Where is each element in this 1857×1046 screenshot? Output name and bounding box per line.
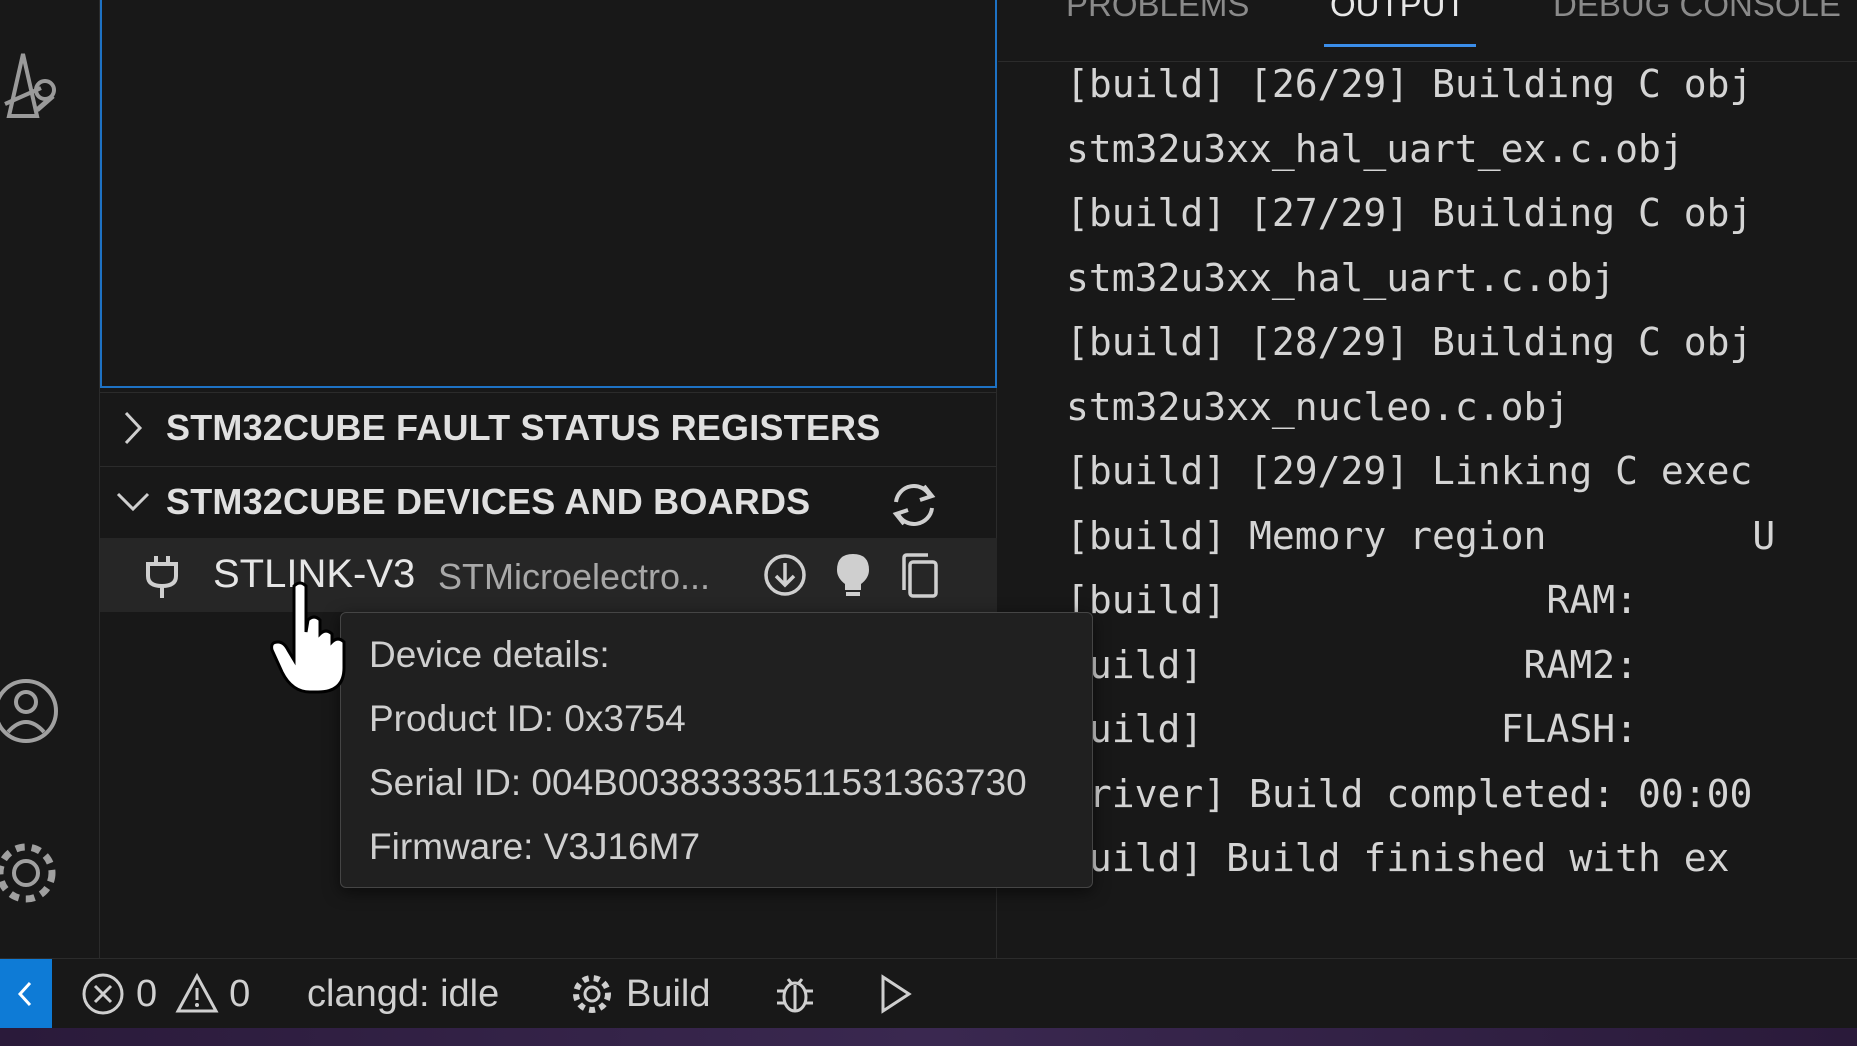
tooltip-title: Device details: bbox=[369, 634, 610, 675]
run-button[interactable] bbox=[878, 959, 914, 1029]
bug-icon bbox=[777, 978, 813, 1013]
account-icon[interactable] bbox=[0, 668, 62, 754]
error-icon bbox=[82, 973, 124, 1015]
warning-count: 0 bbox=[229, 972, 251, 1015]
chevron-left-icon bbox=[17, 981, 32, 1007]
warning-icon bbox=[175, 973, 219, 1013]
active-tab-indicator bbox=[1324, 44, 1476, 47]
section-title: STM32CUBE FAULT STATUS REGISTERS bbox=[166, 406, 881, 448]
chevron-right-icon bbox=[100, 410, 166, 446]
output-line: [build] [27/29] Building C obj bbox=[1066, 191, 1753, 235]
debug-button[interactable] bbox=[772, 959, 818, 1029]
output-line: [build] [28/29] Building C obj bbox=[1066, 320, 1753, 364]
device-description: STMicroelectro... bbox=[438, 556, 711, 597]
problems-status[interactable]: 0 0 bbox=[80, 959, 250, 1029]
tooltip-firmware: Firmware: V3J16M7 bbox=[369, 826, 701, 867]
cube-tools-icon[interactable] bbox=[0, 44, 62, 128]
tooltip-product-id: Product ID: 0x3754 bbox=[369, 698, 686, 739]
status-bar: 0 0 clangd: idle Build bbox=[0, 958, 1857, 1029]
gear-icon[interactable] bbox=[0, 830, 62, 916]
play-icon bbox=[881, 974, 912, 1014]
output-line: stm32u3xx_hal_uart_ex.c.obj bbox=[1066, 126, 1684, 171]
output-line: build] FLASH: bbox=[1066, 707, 1638, 751]
output-line: driver] Build completed: 00:00 bbox=[1066, 771, 1753, 816]
output-line: stm32u3xx_nucleo.c.obj bbox=[1066, 384, 1570, 429]
output-line: [build] [26/29] Building C obj bbox=[1066, 62, 1753, 106]
section-title: STM32CUBE DEVICES AND BOARDS bbox=[166, 480, 811, 522]
error-count: 0 bbox=[136, 972, 158, 1015]
webview-panel bbox=[100, 0, 997, 388]
section-devices-and-boards[interactable]: STM32CUBE DEVICES AND BOARDS bbox=[100, 466, 997, 536]
output-line: stm32u3xx_hal_uart.c.obj bbox=[1066, 255, 1616, 300]
output-line: [build] Memory region U bbox=[1066, 513, 1776, 558]
build-button[interactable]: Build bbox=[570, 959, 711, 1029]
tab-debug-console[interactable]: DEBUG CONSOLE bbox=[1553, 0, 1841, 24]
output-line: [build] RAM: bbox=[1066, 578, 1638, 622]
clangd-status[interactable]: clangd: idle bbox=[307, 959, 499, 1029]
tooltip-serial-id: Serial ID: 004B00383333511531363730 bbox=[369, 762, 1027, 803]
section-fault-status-registers[interactable]: STM32CUBE FAULT STATUS REGISTERS bbox=[100, 392, 997, 462]
hand-cursor-icon bbox=[270, 580, 360, 704]
device-item-stlink[interactable]: STLINK-V3 STMicroelectro... bbox=[100, 538, 997, 612]
output-line: build] Build finished with ex bbox=[1066, 836, 1730, 880]
lightbulb-icon[interactable] bbox=[833, 552, 873, 602]
output-panel: PROBLEMS OUTPUT DEBUG CONSOLE [build] [2… bbox=[998, 0, 1857, 958]
gear-icon bbox=[573, 975, 611, 1013]
copy-icon[interactable] bbox=[896, 552, 942, 606]
chevron-down-icon bbox=[100, 490, 166, 514]
tab-output[interactable]: OUTPUT bbox=[1330, 0, 1466, 24]
activity-bar bbox=[0, 0, 100, 958]
device-details-tooltip: Device details: Product ID: 0x3754 Seria… bbox=[340, 612, 1093, 888]
build-label: Build bbox=[626, 972, 711, 1015]
refresh-icon[interactable] bbox=[886, 480, 942, 534]
taskbar-strip bbox=[0, 1028, 1857, 1046]
tab-problems[interactable]: PROBLEMS bbox=[1066, 0, 1249, 24]
output-line: build] RAM2: bbox=[1066, 642, 1638, 687]
output-log: [build] [26/29] Building C obj stm32u3xx… bbox=[1066, 52, 1857, 891]
remote-indicator[interactable] bbox=[0, 959, 52, 1029]
download-icon[interactable] bbox=[762, 552, 808, 602]
output-line: [build] [29/29] Linking C exec bbox=[1066, 449, 1753, 493]
plug-icon bbox=[144, 554, 180, 604]
